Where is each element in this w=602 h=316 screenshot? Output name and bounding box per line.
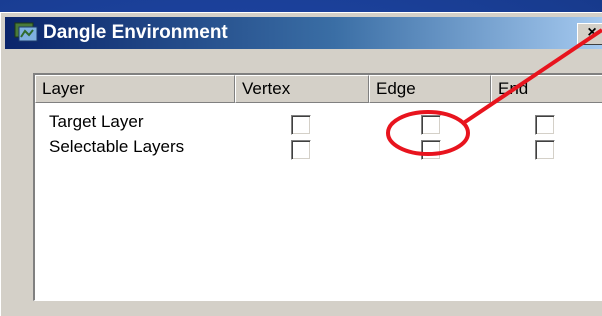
checkbox-selectable-end[interactable] — [535, 140, 555, 160]
window-title: Dangle Environment — [43, 22, 228, 43]
title-bar[interactable]: Dangle Environment × — [5, 17, 602, 49]
checkbox-target-end[interactable] — [535, 115, 555, 135]
layers-app-icon — [14, 22, 38, 42]
row-label-target-layer: Target Layer — [49, 112, 144, 131]
column-header-end[interactable]: End — [491, 75, 602, 103]
close-button[interactable]: × — [577, 23, 602, 45]
checkbox-selectable-edge[interactable] — [421, 140, 441, 160]
column-header-layer[interactable]: Layer — [35, 75, 235, 103]
dangle-layer-list[interactable]: Layer Vertex Edge End Target Layer Selec… — [33, 73, 602, 301]
close-icon: × — [587, 24, 597, 41]
dialog-window: Dangle Environment × Layer Vertex Edge E… — [0, 12, 602, 316]
checkbox-target-vertex[interactable] — [291, 115, 311, 135]
checkbox-selectable-vertex[interactable] — [291, 140, 311, 160]
column-header-vertex[interactable]: Vertex — [235, 75, 369, 103]
row-label-selectable-layers: Selectable Layers — [49, 137, 185, 156]
column-header-row: Layer Vertex Edge End — [35, 75, 602, 103]
checkbox-target-edge[interactable] — [421, 115, 441, 135]
column-header-edge[interactable]: Edge — [369, 75, 491, 103]
